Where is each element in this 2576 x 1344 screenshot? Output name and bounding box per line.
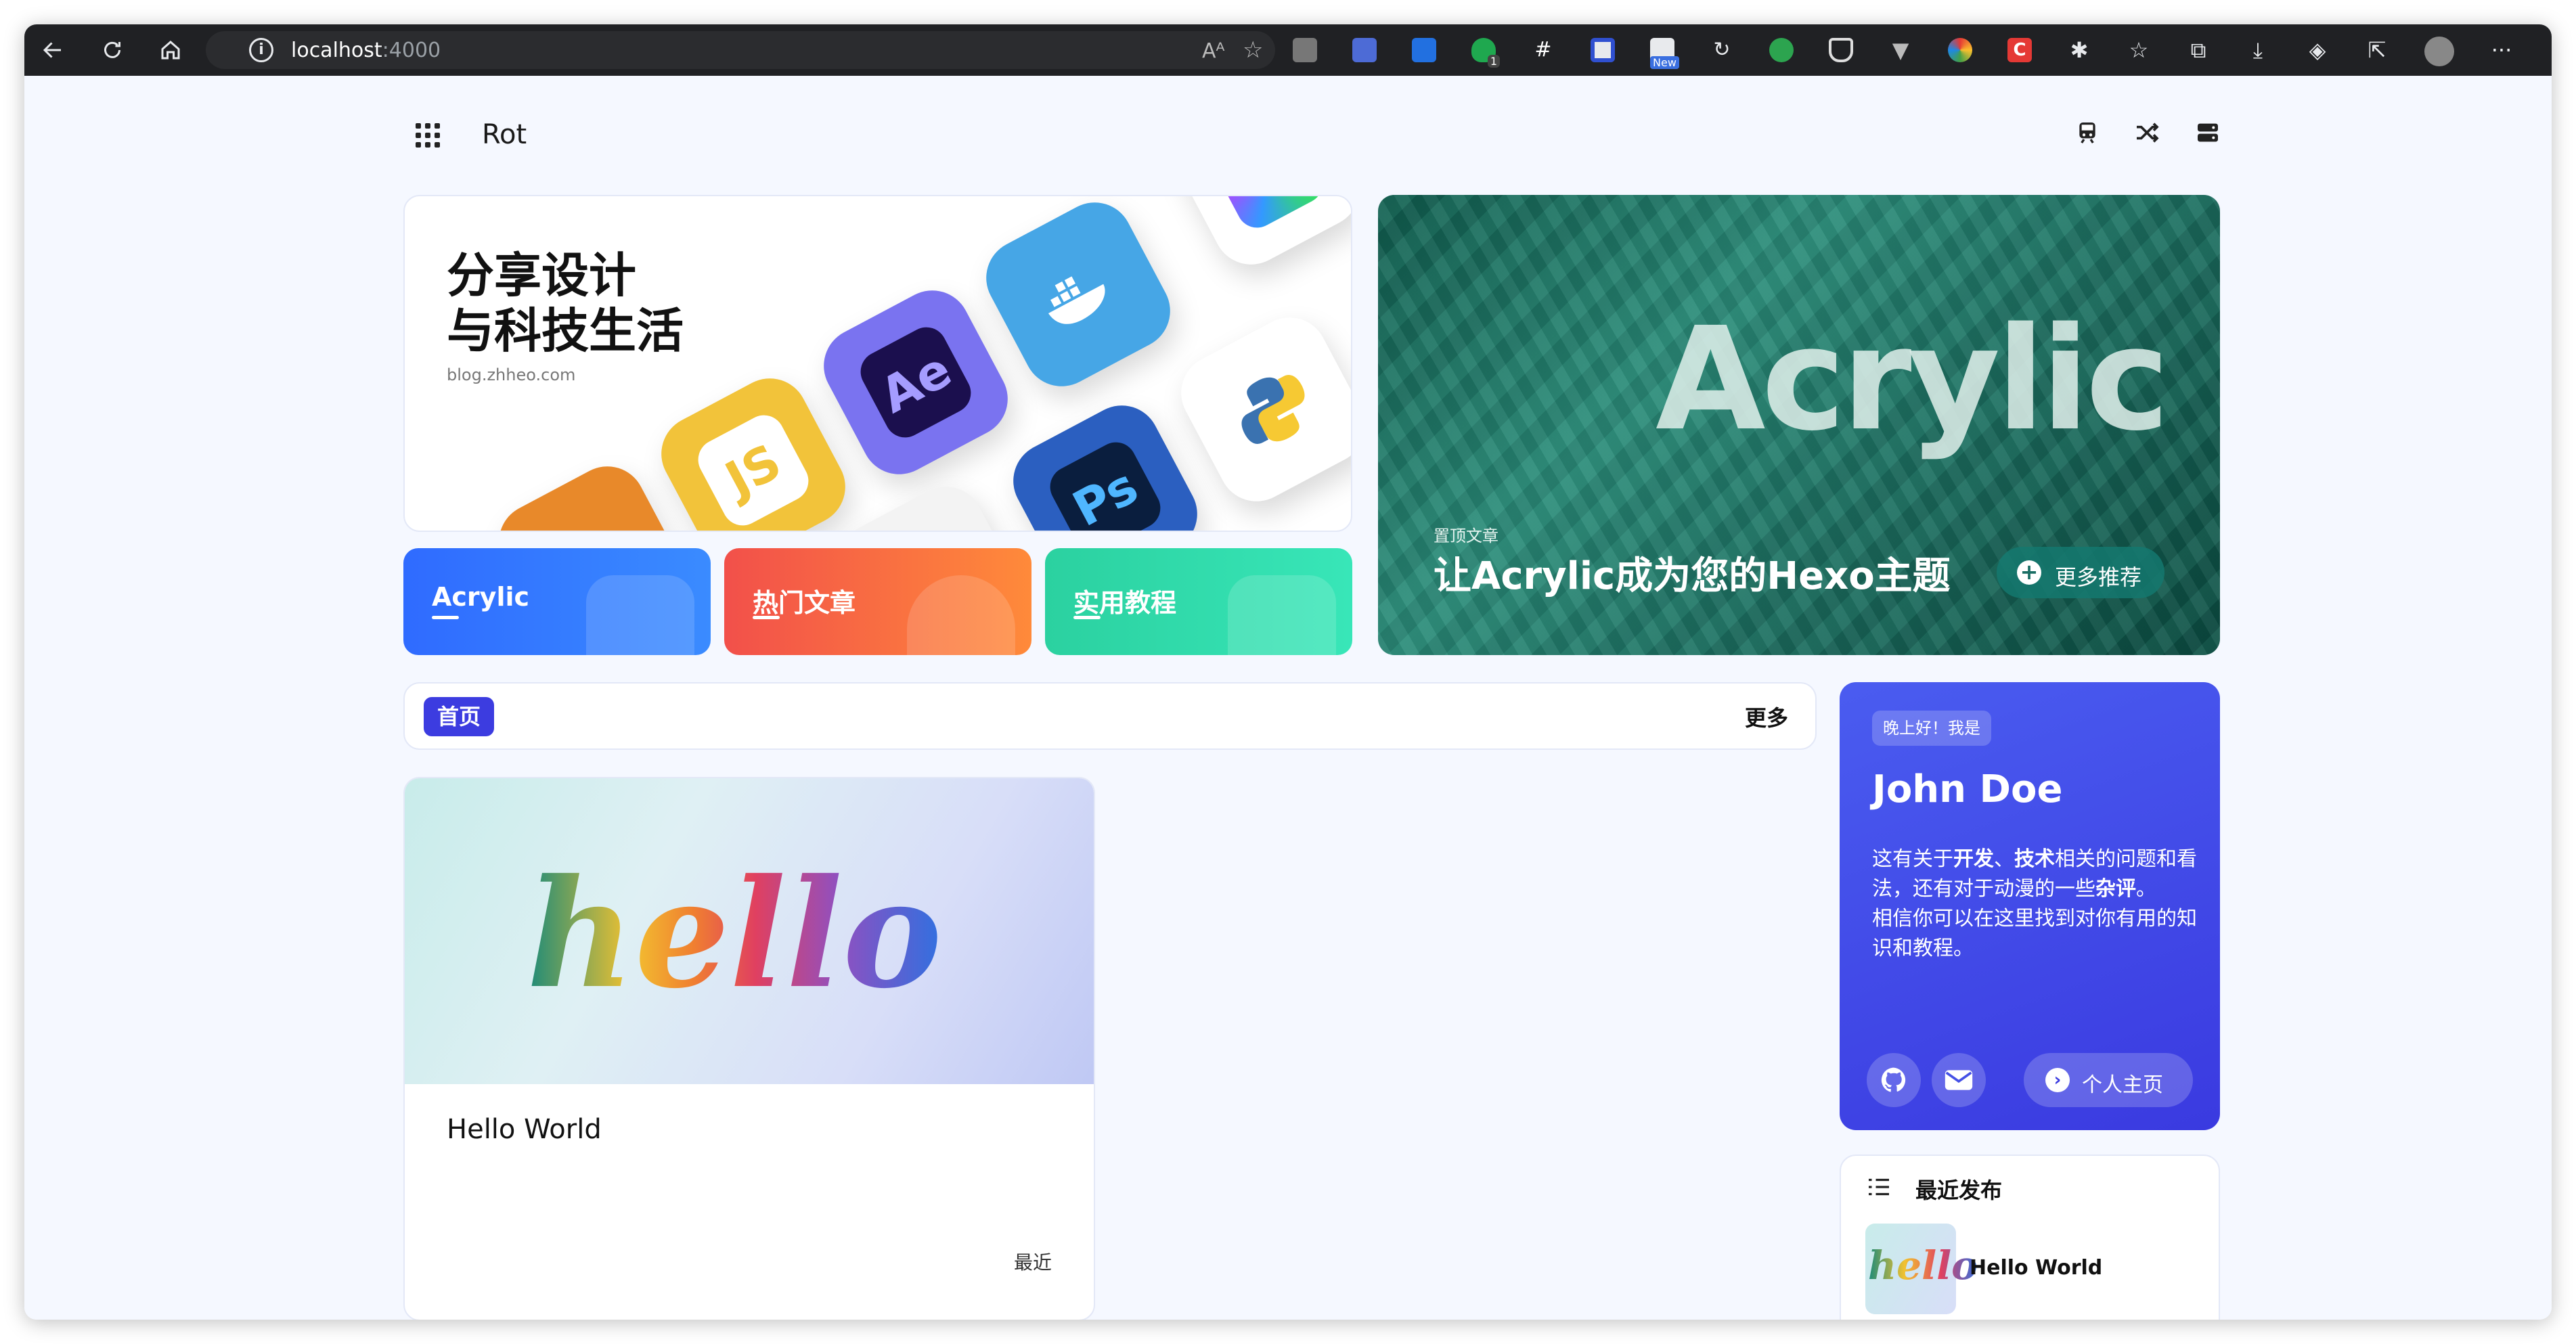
category-underline [432, 616, 459, 619]
github-icon[interactable] [1867, 1053, 1921, 1107]
category-tutorial[interactable]: 实用教程 [1045, 548, 1352, 655]
category-label: 实用教程 [1073, 588, 1177, 618]
list-icon [1869, 1178, 1889, 1196]
blank-app-tile [824, 473, 1035, 531]
note-icon[interactable] [1591, 38, 1615, 62]
hash-icon[interactable]: # [1531, 38, 1555, 62]
category-label: 热门文章 [753, 588, 856, 618]
ae-tile: Ae [810, 277, 1021, 488]
tab-home[interactable]: 首页 [424, 697, 494, 736]
recent-post-title[interactable]: Hello World [1970, 1256, 2102, 1280]
color-icon[interactable] [1948, 38, 1972, 62]
reload-icon[interactable] [99, 37, 126, 64]
feature-title[interactable]: 让Acrylic成为您的Hexo主题 [1434, 545, 1951, 600]
recent-posts-card: 最近发布 hello Hello World [1840, 1155, 2220, 1320]
author-bio: 这有关于开发、技术相关的问题和看法，还有对于动漫的一些杂评。 相信你可以在这里找到… [1872, 847, 2197, 960]
ms-icon[interactable] [1412, 38, 1436, 62]
author-name: John Doe [1872, 767, 2063, 811]
post-tag[interactable]: 最近 [1014, 1248, 1052, 1275]
extensions-icon[interactable]: ✱ [2066, 37, 2093, 64]
recent-title: 最近发布 [1915, 1178, 2003, 1203]
browser-window: i localhost:4000 Aᴬ ☆ 1 # New ↻ ▼ C ✱ ☆ … [24, 24, 2552, 1320]
browser-toolbar: i localhost:4000 Aᴬ ☆ 1 # New ↻ ▼ C ✱ ☆ … [24, 24, 2552, 76]
profile-avatar[interactable] [2424, 37, 2454, 66]
favorite-add-icon[interactable]: ☆ [1243, 37, 1263, 64]
page: Rot 分享设计 与科技生活 blog.zhheo.com JS Ae Ps A… [24, 76, 2552, 1320]
site-title[interactable]: Rot [482, 119, 527, 150]
hero-title: 分享设计 与科技生活 [447, 248, 684, 359]
docker-icon [973, 196, 1184, 400]
button-label: 个人主页 [2082, 1073, 2163, 1097]
shield2-icon[interactable] [1829, 38, 1853, 62]
js-tile: JS [648, 365, 859, 531]
featured-post[interactable]: Acrylic 置顶文章 让Acrylic成为您的Hexo主题 + 更多推荐 [1378, 195, 2220, 655]
bookmark-icon[interactable] [1352, 38, 1377, 62]
favorites-icon[interactable]: ☆ [2125, 37, 2152, 64]
collections-icon[interactable]: ⧉ [2185, 37, 2212, 64]
chevron-right-icon: › [2045, 1068, 2070, 1092]
hero-subtitle: blog.zhheo.com [447, 365, 576, 384]
share-icon[interactable]: ⇱ [2363, 37, 2391, 64]
address-bar[interactable]: i localhost:4000 Aᴬ ☆ [206, 31, 1275, 69]
reader-icon[interactable] [1293, 38, 1317, 62]
menu-grid-icon[interactable] [416, 123, 440, 148]
performance-icon[interactable]: ◈ [2304, 37, 2331, 64]
color-app-tile [1162, 196, 1351, 278]
flame-icon [907, 575, 1015, 655]
author-card: 晚上好！我是 John Doe 这有关于开发、技术相关的问题和看法，还有对于动漫… [1840, 682, 2220, 1130]
category-bar: 首页 更多 [403, 682, 1817, 750]
new-icon[interactable]: New [1650, 38, 1679, 69]
c-icon[interactable]: C [2007, 38, 2032, 62]
shuffle-icon[interactable] [2132, 119, 2162, 149]
server-icon[interactable] [2193, 119, 2223, 149]
feature-bg-word: Acrylic [1656, 296, 2170, 462]
post-title[interactable]: Hello World [447, 1114, 602, 1145]
feature-label: 置顶文章 [1434, 527, 1498, 545]
category-underline [753, 616, 780, 619]
tab-more[interactable]: 更多 [1745, 701, 1788, 732]
mail-icon[interactable] [1932, 1053, 1986, 1107]
ps-tile: Ps [1000, 392, 1211, 531]
personal-home-button[interactable]: › 个人主页 [2024, 1053, 2193, 1107]
site-info-icon[interactable]: i [249, 38, 273, 62]
category-label: Acrylic [432, 582, 530, 612]
back-icon[interactable] [39, 37, 66, 64]
refresh-ext-icon[interactable]: ↻ [1710, 38, 1734, 62]
url-text: localhost:4000 [291, 39, 441, 62]
shield-icon[interactable]: 1 [1471, 38, 1500, 68]
category-underline [1073, 616, 1101, 619]
hero-banner[interactable]: 分享设计 与科技生活 blog.zhheo.com JS Ae Ps [403, 195, 1352, 532]
book-icon [1228, 575, 1336, 655]
more-recommend-button[interactable]: + 更多推荐 [1997, 547, 2164, 598]
train-icon[interactable] [2072, 119, 2102, 149]
recent-thumb[interactable]: hello [1865, 1224, 1978, 1314]
post-cover[interactable]: hello [405, 778, 1094, 1084]
hello-artwork: hello [527, 846, 942, 1021]
button-label: 更多推荐 [2055, 564, 2142, 590]
python-icon [1168, 304, 1351, 515]
category-hot[interactable]: 热门文章 [724, 548, 1031, 655]
link-icon[interactable] [1769, 38, 1794, 62]
vue-icon[interactable]: ▼ [1888, 38, 1913, 62]
category-deco-icon [586, 575, 694, 655]
thumb-artwork: hello [1868, 1242, 1978, 1289]
read-aloud-icon[interactable]: Aᴬ [1202, 39, 1224, 63]
greeting-badge: 晚上好！我是 [1872, 711, 1991, 746]
download-icon[interactable]: ⤓ [2244, 37, 2271, 64]
plus-icon: + [2017, 560, 2041, 585]
category-acrylic[interactable]: Acrylic [403, 548, 711, 655]
more-menu-icon[interactable]: ··· [2488, 37, 2515, 64]
home-icon[interactable] [157, 37, 184, 64]
post-card[interactable]: hello Hello World 最近 [403, 777, 1095, 1320]
